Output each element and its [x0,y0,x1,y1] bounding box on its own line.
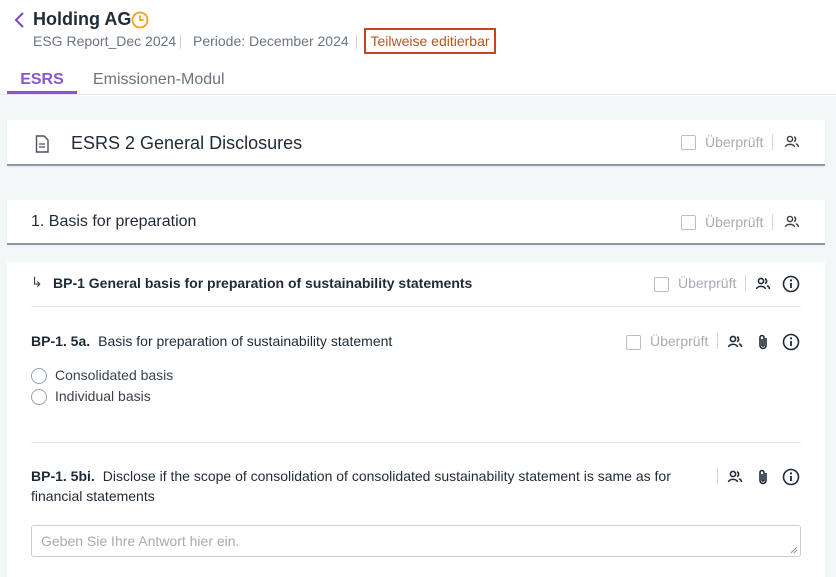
question-text: Basis for preparation of sustainability … [98,333,393,349]
radio-button[interactable] [31,368,47,384]
divider [717,468,718,484]
divider [31,306,801,307]
reviewed-checkbox[interactable] [681,215,696,230]
divider [772,214,773,230]
reviewed-label: Überprüft [705,214,764,230]
chevron-left-icon[interactable] [12,10,28,30]
document-icon [35,135,49,153]
tab-esrs[interactable]: ESRS [7,71,77,89]
info-icon[interactable] [782,275,800,293]
divider [772,134,773,150]
paperclip-icon[interactable] [754,333,772,351]
question-code: BP-1. 5a. [31,333,91,349]
users-icon[interactable] [726,468,744,486]
divider [180,35,181,49]
divider [31,442,801,443]
divider [745,275,746,291]
question-5bi: BP-1. 5bi. Disclose if the scope of conso… [31,466,691,506]
info-icon[interactable] [782,468,800,486]
section-title: ESRS 2 General Disclosures [71,133,303,153]
reviewed-checkbox[interactable] [681,135,696,150]
users-icon[interactable] [726,333,744,351]
reviewed-checkbox[interactable] [654,277,669,292]
paperclip-icon[interactable] [754,468,772,486]
tab-active-indicator [7,91,77,94]
report-name: ESG Report_Dec 2024 [33,33,177,49]
divider [356,35,357,49]
question-code: BP-1. 5bi. [31,468,95,484]
section-title: 1. Basis for preparation [31,213,197,230]
page-header: Holding AG ESG Report_Dec 2024 Periode: … [0,0,836,95]
users-icon[interactable] [783,213,801,231]
page-title: Holding AG [33,9,132,29]
clock-icon [131,11,149,29]
tab-emissionen-modul[interactable]: Emissionen-Modul [93,71,225,89]
bp1-panel: ↳ BP-1 General basis for preparation of … [7,262,825,577]
users-icon[interactable] [783,133,801,151]
section-esrs2[interactable]: ESRS 2 General Disclosures Überprüft [7,120,825,166]
reviewed-label: Überprüft [678,275,737,291]
question-5a: BP-1. 5a. Basis for preparation of sustai… [31,331,392,351]
info-icon[interactable] [782,333,800,351]
reviewed-label: Überprüft [705,134,764,150]
users-icon[interactable] [754,275,772,293]
reviewed-checkbox[interactable] [626,335,641,350]
sub-item-arrow: ↳ [31,274,43,290]
question-text: Disclose if the scope of consolidation o… [31,468,671,504]
status-badge: Teilweise editierbar [364,28,496,54]
resize-handle-icon[interactable] [790,546,798,554]
reviewed-label: Überprüft [650,333,709,349]
section-basis-for-preparation[interactable]: 1. Basis for preparation Überprüft [7,200,825,245]
bp1-title: BP-1 General basis for preparation of su… [53,275,473,291]
radio-label: Individual basis [55,388,151,404]
radio-label: Consolidated basis [55,367,174,383]
radio-button[interactable] [31,389,47,405]
answer-textarea[interactable]: Geben Sie Ihre Antwort hier ein. [31,525,801,557]
report-period: Periode: December 2024 [193,33,349,49]
answer-placeholder: Geben Sie Ihre Antwort hier ein. [41,533,240,549]
divider [717,333,718,349]
